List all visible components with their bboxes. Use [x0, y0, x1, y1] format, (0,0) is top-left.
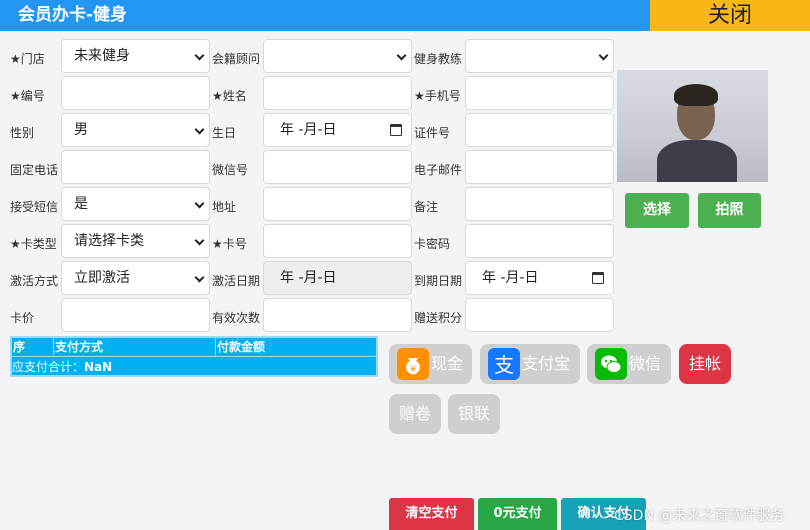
pay-wechat-button[interactable]: 微信 [587, 344, 671, 384]
address-input[interactable] [263, 187, 412, 221]
pay-voucher-button[interactable]: 赠卷 [389, 394, 441, 434]
expiry-date-text: 年 -月-日 [482, 270, 539, 286]
watermark-text: CSDN @未来之窗软件服务 [614, 508, 785, 524]
birthday-date-input[interactable]: 年 -月-日 [263, 113, 412, 147]
store-select[interactable]: 未来健身 [61, 39, 210, 73]
activation-mode-select[interactable]: 立即激活 [61, 261, 210, 295]
card-price-input[interactable] [61, 298, 210, 332]
trainer-select[interactable] [465, 39, 614, 73]
email-label: 电子邮件 [414, 163, 463, 177]
wechat-icon [595, 348, 627, 380]
member-no-input[interactable] [61, 76, 210, 110]
activation-date-input: 年 -月-日 [263, 261, 412, 295]
pay-unionpay-button[interactable]: 银联 [448, 394, 500, 434]
address-label: 地址 [212, 200, 237, 214]
member-photo [617, 70, 768, 182]
id-no-input[interactable] [465, 113, 614, 147]
col-pay-amount: 付款金额 [217, 340, 266, 354]
valid-count-input[interactable] [263, 298, 412, 332]
remark-label: 备注 [414, 200, 439, 214]
card-type-select[interactable]: 请选择卡类 [61, 224, 210, 258]
col-pay-method: 支付方式 [54, 338, 216, 357]
card-type-label: ★卡类型 [10, 237, 57, 251]
wechat-id-input[interactable] [263, 150, 412, 184]
payment-total-value: NaN [84, 360, 113, 374]
gender-label: 性别 [10, 126, 35, 140]
zero-payment-button[interactable]: 0元支付 [478, 498, 557, 530]
payment-table: 序 支付方式 付款金额 应支付合计：NaN [10, 336, 378, 377]
store-label: ★门店 [10, 52, 45, 66]
gender-select[interactable]: 男 [61, 113, 210, 147]
bonus-points-input[interactable] [465, 298, 614, 332]
mobile-input[interactable] [465, 76, 614, 110]
svg-text:¥: ¥ [410, 365, 416, 375]
window-title: 会员办卡-健身 [0, 0, 650, 31]
calendar-icon[interactable] [592, 272, 604, 284]
activation-date-label: 激活日期 [212, 274, 261, 288]
card-no-input[interactable] [263, 224, 412, 258]
card-password-input[interactable] [465, 224, 614, 258]
calendar-icon[interactable] [390, 124, 402, 136]
payment-total-row: 应支付合计：NaN [12, 358, 112, 377]
id-no-label: 证件号 [414, 126, 451, 140]
landline-input[interactable] [61, 150, 210, 184]
wechat-id-label: 微信号 [212, 163, 249, 177]
close-button[interactable]: 关闭 [650, 0, 810, 31]
birthday-label: 生日 [212, 126, 237, 140]
pay-cash-button[interactable]: ¥ 现金 [389, 344, 472, 384]
member-no-label: ★编号 [10, 89, 45, 103]
advisor-select[interactable] [263, 39, 412, 73]
pay-alipay-button[interactable]: 支 支付宝 [480, 344, 580, 384]
payment-table-header: 序 支付方式 付款金额 [12, 338, 376, 357]
email-input[interactable] [465, 150, 614, 184]
select-photo-button[interactable]: 选择 [625, 193, 689, 228]
name-label: ★姓名 [212, 89, 247, 103]
remark-input[interactable] [465, 187, 614, 221]
sms-select[interactable]: 是 [61, 187, 210, 221]
photo-hair-shape [674, 84, 718, 106]
cash-icon: ¥ [397, 348, 429, 380]
card-password-label: 卡密码 [414, 237, 451, 251]
name-input[interactable] [263, 76, 412, 110]
svg-text:支: 支 [494, 353, 514, 377]
card-no-label: ★卡号 [212, 237, 247, 251]
mobile-label: ★手机号 [414, 89, 461, 103]
trainer-label: 健身教练 [414, 52, 463, 66]
activation-mode-label: 激活方式 [10, 274, 59, 288]
clear-payment-button[interactable]: 清空支付 [389, 498, 474, 530]
expiry-date-label: 到期日期 [414, 274, 463, 288]
photo-body-shape [657, 140, 737, 182]
expiry-date-input[interactable]: 年 -月-日 [465, 261, 614, 295]
birthday-date-text: 年 -月-日 [280, 122, 337, 138]
advisor-label: 会籍顾问 [212, 52, 261, 66]
alipay-icon: 支 [488, 348, 520, 380]
capture-photo-button[interactable]: 拍照 [698, 193, 761, 228]
bonus-points-label: 赠送积分 [414, 311, 463, 325]
pay-credit-button[interactable]: 挂帐 [679, 344, 731, 384]
col-seq: 序 [12, 338, 54, 357]
landline-label: 固定电话 [10, 163, 59, 177]
sms-label: 接受短信 [10, 200, 59, 214]
payment-total-label: 应支付合计： [12, 360, 85, 374]
card-price-label: 卡价 [10, 311, 35, 325]
valid-count-label: 有效次数 [212, 311, 261, 325]
